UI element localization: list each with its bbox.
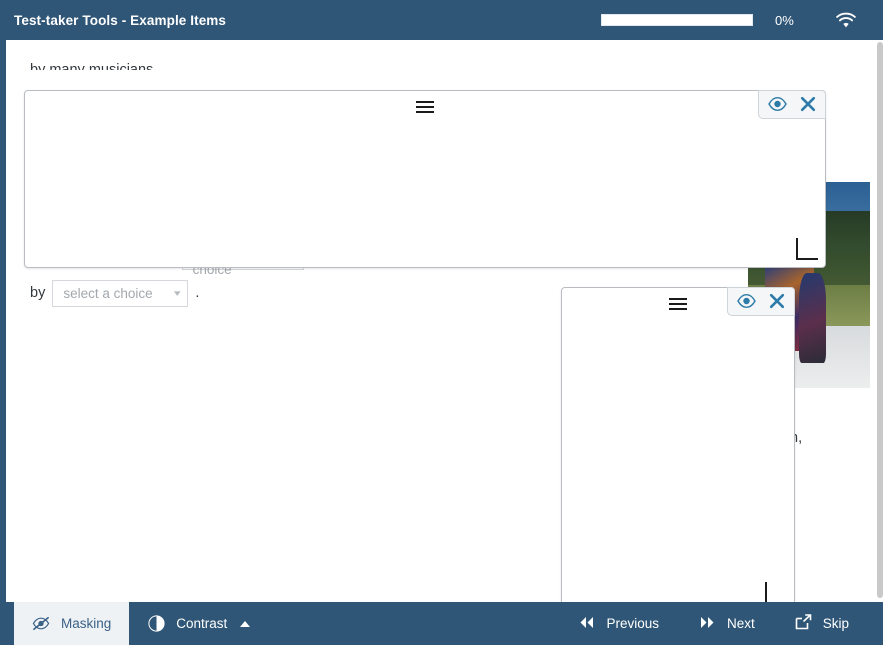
photo-figure-right xyxy=(799,272,827,364)
masking-button-label: Masking xyxy=(61,616,112,631)
sentence-part-5: . xyxy=(195,285,200,301)
paragraph-clipped: by many musicians. xyxy=(30,62,158,70)
title-bar: Test-taker Tools - Example Items 0% xyxy=(0,0,883,40)
close-icon[interactable] xyxy=(769,293,785,309)
close-icon[interactable] xyxy=(800,96,816,112)
next-button[interactable]: Next xyxy=(679,602,775,645)
previous-button-label: Previous xyxy=(606,616,659,631)
eye-slash-icon xyxy=(32,615,50,633)
header-status-group: 0% xyxy=(601,11,857,29)
wifi-icon xyxy=(835,11,857,29)
masking-window-1-drag-handle[interactable] xyxy=(25,101,825,113)
content-area: by many musicians. For almost all the te… xyxy=(6,40,877,602)
contrast-circle-icon xyxy=(147,615,165,633)
masking-window-2-controls xyxy=(727,287,795,316)
content-scrollbar-thumb[interactable] xyxy=(877,42,883,598)
masking-window-2[interactable] xyxy=(561,287,795,602)
chevron-down-icon: ▾ xyxy=(173,287,181,298)
progress-bar xyxy=(601,14,753,26)
content-scrollbar[interactable] xyxy=(877,40,883,602)
masking-window-1-resize-handle[interactable] xyxy=(796,238,818,260)
navigation-button-group: Previous Next Skip xyxy=(558,602,869,645)
masking-window-2-resize-handle[interactable] xyxy=(765,582,787,602)
skip-button[interactable]: Skip xyxy=(775,602,869,645)
skip-button-label: Skip xyxy=(822,616,849,631)
double-chevron-right-icon xyxy=(699,616,716,632)
select-choice-4-value: select a choice xyxy=(63,285,153,301)
caret-up-icon xyxy=(240,620,251,627)
external-link-icon xyxy=(795,614,812,633)
contrast-button[interactable]: Contrast xyxy=(129,602,268,645)
masking-window-1[interactable] xyxy=(24,90,826,268)
hamburger-icon xyxy=(669,298,687,310)
previous-button[interactable]: Previous xyxy=(558,602,679,645)
select-choice-4[interactable]: select a choice ▾ xyxy=(52,279,189,307)
eye-icon[interactable] xyxy=(737,294,756,308)
masking-window-1-controls xyxy=(758,90,826,119)
eye-icon[interactable] xyxy=(768,97,787,111)
contrast-button-label: Contrast xyxy=(176,616,228,631)
masking-button[interactable]: Masking xyxy=(14,602,130,645)
hamburger-icon xyxy=(416,101,434,113)
progress-percent-label: 0% xyxy=(775,12,794,28)
double-chevron-left-icon xyxy=(578,616,595,632)
application-root: Test-taker Tools - Example Items 0% by m… xyxy=(0,0,883,645)
bottom-toolbar: Masking Contrast Previous Next Skip xyxy=(0,602,883,645)
page-title: Test-taker Tools - Example Items xyxy=(14,12,227,28)
next-button-label: Next xyxy=(726,616,755,631)
